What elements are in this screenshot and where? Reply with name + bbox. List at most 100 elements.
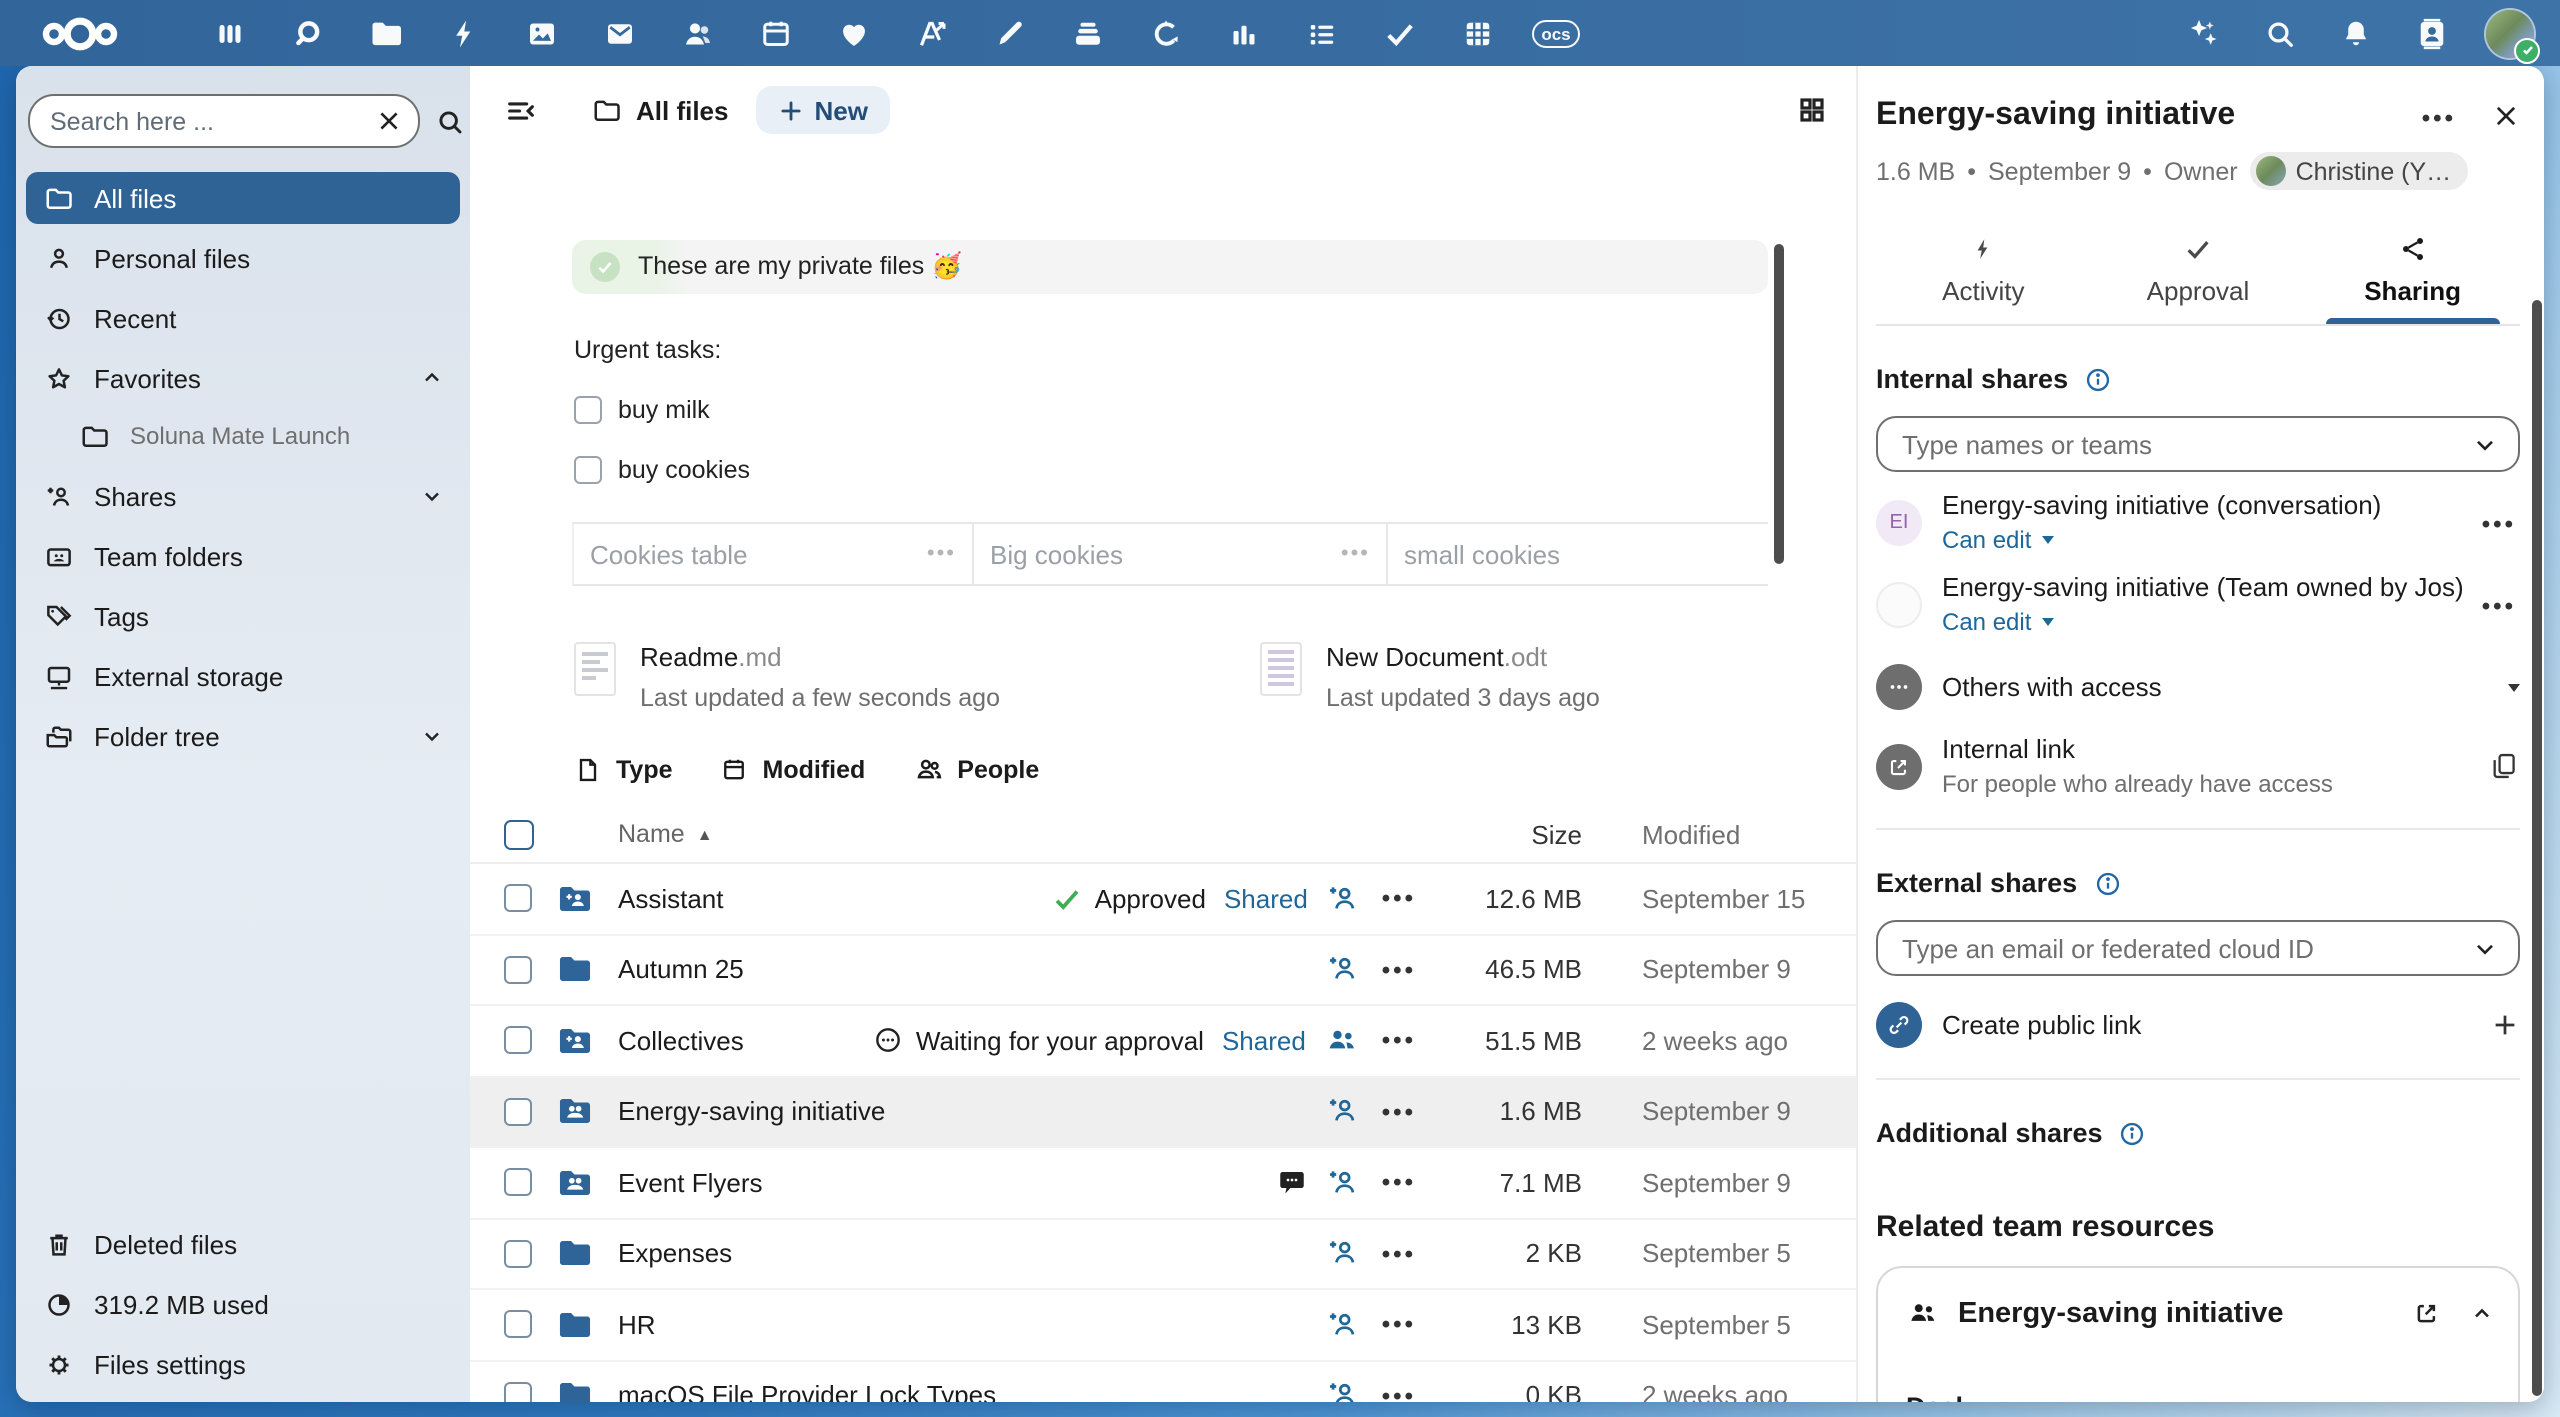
search-submit-button[interactable] xyxy=(434,105,466,137)
row-actions-menu[interactable]: ••• xyxy=(1382,885,1416,913)
row-actions-menu[interactable]: ••• xyxy=(1382,1382,1416,1403)
sidebar-item-shares[interactable]: Shares xyxy=(26,470,460,522)
chevron-up-icon[interactable] xyxy=(420,366,444,390)
panel-actions-menu[interactable]: ••• xyxy=(2418,101,2460,131)
user-avatar[interactable] xyxy=(2486,9,2534,57)
comment-icon[interactable] xyxy=(1276,1167,1308,1199)
chevron-down-icon[interactable] xyxy=(420,484,444,508)
collapse-card-chevron-up-icon[interactable] xyxy=(2470,1301,2494,1325)
row-checkbox[interactable] xyxy=(504,956,532,984)
filter-modified[interactable]: Modified xyxy=(721,755,866,783)
table-cell[interactable]: Big cookies••• xyxy=(974,524,1388,584)
row-actions-menu[interactable]: ••• xyxy=(1382,1311,1416,1339)
shared-link[interactable]: Shared xyxy=(1224,884,1308,914)
collapse-navigation-button[interactable] xyxy=(504,93,538,127)
copy-icon[interactable] xyxy=(2488,750,2520,782)
chevron-down-icon[interactable] xyxy=(2472,935,2498,961)
checklist-icon[interactable] xyxy=(1300,11,1344,55)
sidebar-item-quota[interactable]: 319.2 MB used xyxy=(26,1278,460,1330)
open-in-new-icon[interactable] xyxy=(2412,1298,2442,1328)
health-icon[interactable] xyxy=(832,11,876,55)
sidebar-item-deleted-files[interactable]: Deleted files xyxy=(26,1218,460,1270)
notifications-bell-icon[interactable] xyxy=(2334,11,2378,55)
sidebar-item-tags[interactable]: Tags xyxy=(26,590,460,642)
file-row[interactable]: macOS File Provider Lock Types ••• 0 KB … xyxy=(470,1361,1856,1402)
files-icon[interactable] xyxy=(364,11,408,55)
others-with-access-row[interactable]: Others with access xyxy=(1876,664,2520,710)
contacts-icon[interactable] xyxy=(676,11,720,55)
internal-share-input-box[interactable] xyxy=(1876,416,2520,472)
file-row[interactable]: Assistant Approved Shared ••• 12.6 MB Se… xyxy=(470,864,1856,935)
external-share-input-box[interactable] xyxy=(1876,920,2520,976)
panel-scrollbar[interactable] xyxy=(2532,300,2542,1396)
tab-approval[interactable]: Approval xyxy=(2091,218,2306,324)
external-share-input[interactable] xyxy=(1898,931,2472,965)
file-row[interactable]: Collectives Waiting for your approval Sh… xyxy=(470,1006,1856,1077)
nextcloud-logo[interactable] xyxy=(34,11,126,55)
tables-icon[interactable] xyxy=(1456,11,1500,55)
sidebar-item-team-folders[interactable]: Team folders xyxy=(26,530,460,582)
recommended-file-readme[interactable]: Readme.md Last updated a few seconds ago xyxy=(574,642,1000,712)
photos-icon[interactable] xyxy=(520,11,564,55)
share-user-plus-icon[interactable] xyxy=(1326,1379,1360,1403)
share-user-plus-icon[interactable] xyxy=(1326,953,1360,987)
calendar-icon[interactable] xyxy=(754,11,798,55)
row-actions-menu[interactable]: ••• xyxy=(1382,1098,1416,1126)
row-checkbox[interactable] xyxy=(504,1240,532,1268)
mail-icon[interactable] xyxy=(598,11,642,55)
contacts-menu-icon[interactable] xyxy=(2410,11,2454,55)
filter-type[interactable]: Type xyxy=(574,755,673,783)
tasks-icon[interactable] xyxy=(1378,11,1422,55)
share-entry[interactable]: Energy-saving initiative (Team owned by … xyxy=(1876,572,2520,636)
analytics-icon[interactable] xyxy=(910,11,954,55)
workspace-scrollbar[interactable] xyxy=(1774,244,1784,564)
deck-icon[interactable] xyxy=(1066,11,1110,55)
add-public-link-button[interactable] xyxy=(2490,1010,2520,1040)
search-box[interactable] xyxy=(28,94,420,148)
activity-icon[interactable] xyxy=(442,11,486,55)
grid-view-toggle[interactable] xyxy=(1796,94,1828,126)
row-checkbox[interactable] xyxy=(504,1382,532,1403)
search-icon[interactable] xyxy=(2258,11,2302,55)
sidebar-item-folder-tree[interactable]: Folder tree xyxy=(26,710,460,762)
row-checkbox[interactable] xyxy=(504,1027,532,1055)
share-user-plus-icon[interactable] xyxy=(1326,882,1360,916)
chevron-down-icon[interactable] xyxy=(2508,683,2520,691)
share-entry[interactable]: EI Energy-saving initiative (conversatio… xyxy=(1876,490,2520,554)
notes-icon[interactable] xyxy=(988,11,1032,55)
share-user-plus-icon[interactable] xyxy=(1326,1095,1360,1129)
info-icon[interactable] xyxy=(2119,1119,2147,1147)
internal-share-input[interactable] xyxy=(1898,427,2472,461)
internal-link-row[interactable]: Internal link For people who already hav… xyxy=(1876,734,2520,798)
task-checkbox[interactable] xyxy=(574,456,602,484)
close-icon[interactable] xyxy=(2492,102,2520,130)
row-actions-menu[interactable]: ••• xyxy=(1382,1027,1416,1055)
collectives-icon[interactable] xyxy=(1144,11,1188,55)
dashboard-icon[interactable] xyxy=(208,11,252,55)
row-actions-menu[interactable]: ••• xyxy=(1382,1240,1416,1268)
search-app-icon[interactable] xyxy=(286,11,330,55)
cell-menu-icon[interactable]: ••• xyxy=(1341,542,1370,566)
file-row[interactable]: Expenses ••• 2 KB September 5 xyxy=(470,1219,1856,1290)
sidebar-item-favorites[interactable]: Favorites xyxy=(26,352,460,404)
cell-menu-icon[interactable]: ••• xyxy=(927,542,956,566)
table-cell[interactable]: Cookies table••• xyxy=(574,524,974,584)
share-permission[interactable]: Can edit xyxy=(1942,608,2464,636)
tab-sharing[interactable]: Sharing xyxy=(2305,218,2520,324)
sidebar-item-soluna-mate-launch[interactable]: Soluna Mate Launch xyxy=(62,410,460,462)
column-name[interactable]: Name xyxy=(618,820,685,848)
sidebar-item-files-settings[interactable]: Files settings xyxy=(26,1338,460,1390)
owner-chip[interactable]: Christine (Y… xyxy=(2250,152,2468,190)
row-actions-menu[interactable]: ••• xyxy=(1382,956,1416,984)
info-icon[interactable] xyxy=(2093,869,2121,897)
share-user-plus-icon[interactable] xyxy=(1326,1308,1360,1342)
create-public-link-row[interactable]: Create public link xyxy=(1876,1002,2520,1048)
new-button[interactable]: New xyxy=(757,86,890,134)
file-row[interactable]: Autumn 25 ••• 46.5 MB September 9 xyxy=(470,935,1856,1006)
recommended-file-new-document[interactable]: New Document.odt Last updated 3 days ago xyxy=(1260,642,1600,712)
search-clear-button[interactable] xyxy=(376,108,402,134)
file-row-selected[interactable]: Energy-saving initiative ••• 1.6 MB Sept… xyxy=(470,1077,1856,1148)
share-user-plus-icon[interactable] xyxy=(1326,1166,1360,1200)
file-row[interactable]: Event Flyers ••• 7.1 MB September 9 xyxy=(470,1148,1856,1219)
share-actions-menu[interactable]: ••• xyxy=(2478,589,2520,619)
